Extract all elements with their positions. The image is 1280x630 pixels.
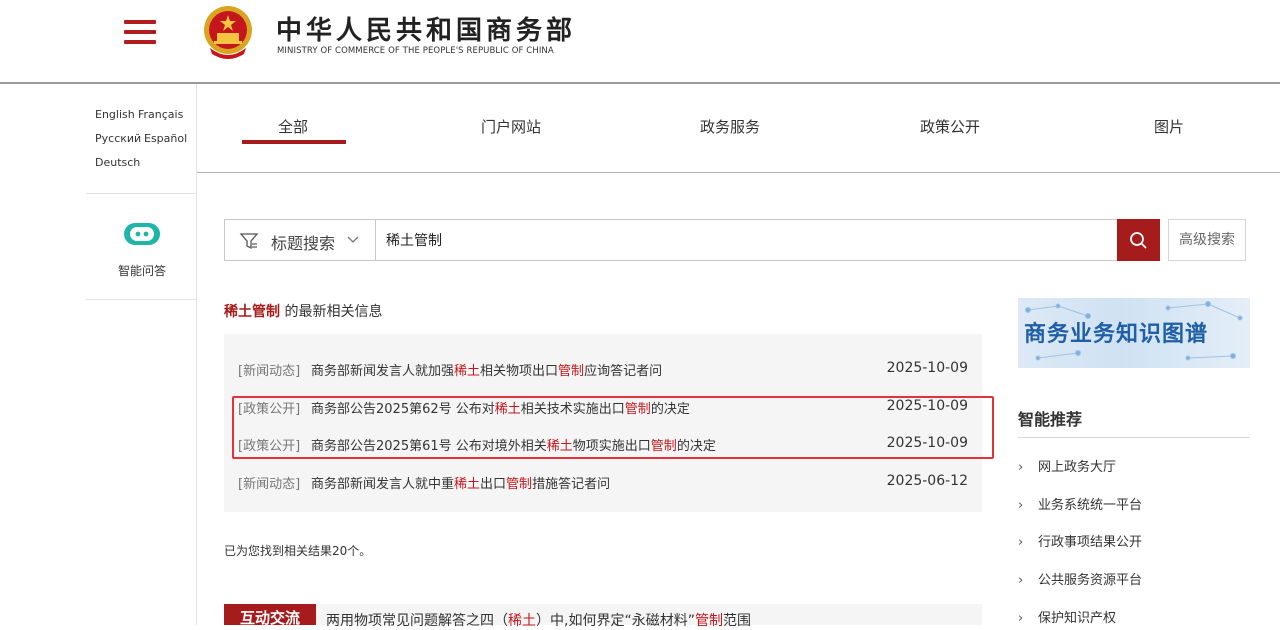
annotation-highlight-box: [232, 396, 994, 459]
recommend-divider: [1018, 437, 1250, 438]
chevron-right-icon: ›: [1018, 535, 1024, 550]
title-text: 措施答记者问: [532, 477, 611, 492]
title-text: 范围: [722, 613, 751, 629]
recommend-item[interactable]: › 网上政务大厅: [1018, 456, 1116, 475]
title-text: 商务部新闻发言人就加强: [311, 364, 455, 379]
chat-bot-icon[interactable]: [122, 220, 162, 248]
results-heading-suffix: 的最新相关信息: [280, 304, 383, 320]
tab-portal[interactable]: 门户网站: [481, 116, 541, 137]
result-date: 2025-10-09: [886, 360, 968, 376]
result-title-link[interactable]: 商务部新闻发言人就中重稀土出口管制措施答记者问: [311, 473, 610, 492]
results-keyword: 稀土管制: [224, 304, 280, 320]
lang-english[interactable]: English: [95, 108, 135, 121]
keyword-highlight: 管制: [694, 613, 723, 629]
chevron-right-icon: ›: [1018, 498, 1024, 513]
result-title-link[interactable]: 商务部新闻发言人就加强稀土相关物项出口管制应询答记者问: [311, 360, 662, 379]
chevron-down-icon: [347, 236, 359, 243]
title-text: 相关物项出口: [480, 364, 559, 379]
tab-images[interactable]: 图片: [1154, 116, 1184, 137]
interaction-badge: 互动交流: [224, 604, 316, 625]
sidebar-divider: [86, 299, 196, 300]
lang-spanish[interactable]: Español: [144, 132, 187, 145]
site-title: 中华人民共和国商务部: [276, 16, 577, 46]
bottom-item-title[interactable]: 两用物项常见问题解答之四（稀土）中,如何界定“永磁材料”管制范围: [326, 610, 751, 630]
chevron-right-icon: ›: [1018, 460, 1024, 475]
title-text: 两用物项常见问题解答之四（: [326, 613, 508, 629]
recommend-item-label: 网上政务大厅: [1038, 460, 1117, 475]
recommend-item-label: 公共服务资源平台: [1038, 573, 1143, 588]
title-text: 出口: [480, 477, 507, 492]
results-count: 已为您找到相关结果20个。: [224, 544, 372, 558]
lang-french[interactable]: Français: [138, 108, 183, 121]
recommend-item-label: 行政事项结果公开: [1038, 535, 1143, 550]
keyword-highlight: 稀土: [454, 364, 481, 379]
tab-all[interactable]: 全部: [278, 116, 308, 137]
search-type-label: 标题搜索: [271, 234, 336, 253]
title-text: 商务部新闻发言人就中重: [311, 477, 455, 492]
recommend-title: 智能推荐: [1018, 410, 1083, 429]
lang-russian[interactable]: Русский: [95, 132, 141, 145]
site-header: [0, 0, 1280, 84]
result-row[interactable]: [新闻动态] 商务部新闻发言人就加强稀土相关物项出口管制应询答记者问 2025-10…: [238, 360, 968, 380]
knowledge-graph-title: 商务业务知识图谱: [1024, 322, 1209, 347]
chevron-right-icon: ›: [1018, 611, 1024, 626]
keyword-highlight: 管制: [558, 364, 585, 379]
recommend-item-label: 保护知识产权: [1038, 611, 1117, 626]
results-heading: 稀土管制 的最新相关信息: [224, 301, 382, 321]
keyword-highlight: 管制: [506, 477, 533, 492]
chevron-right-icon: ›: [1018, 573, 1024, 588]
lang-german[interactable]: Deutsch: [95, 156, 140, 169]
sidebar-divider: [86, 193, 196, 194]
tab-services[interactable]: 政务服务: [700, 116, 760, 137]
recommend-item[interactable]: › 行政事项结果公开: [1018, 531, 1142, 550]
result-row[interactable]: [新闻动态] 商务部新闻发言人就中重稀土出口管制措施答记者问 2025-06-12: [238, 473, 968, 493]
search-input[interactable]: [376, 220, 1116, 260]
keyword-highlight: 稀土: [508, 613, 536, 629]
recommend-item-label: 业务系统统一平台: [1038, 498, 1143, 513]
recommend-item[interactable]: › 业务系统统一平台: [1018, 494, 1142, 513]
assistant-label[interactable]: 智能问答: [100, 262, 184, 279]
advanced-search-button[interactable]: 高级搜索: [1168, 219, 1246, 261]
filter-icon: [239, 233, 259, 250]
result-category[interactable]: [新闻动态]: [238, 360, 300, 379]
national-emblem-logo: [200, 4, 256, 62]
site-subtitle: MINISTRY OF COMMERCE OF THE PEOPLE'S REP…: [277, 46, 554, 56]
recommend-item[interactable]: › 公共服务资源平台: [1018, 569, 1142, 588]
result-category[interactable]: [新闻动态]: [238, 473, 300, 492]
tabs-divider: [197, 172, 1280, 173]
title-text: ）中,如何界定“永磁材料”: [536, 613, 695, 629]
title-text: 应询答记者问: [584, 364, 663, 379]
keyword-highlight: 稀土: [454, 477, 481, 492]
menu-icon[interactable]: [124, 18, 158, 46]
search-icon: [1130, 232, 1147, 249]
search-type-select[interactable]: 标题搜索: [225, 220, 376, 260]
recommend-item[interactable]: › 保护知识产权: [1018, 607, 1116, 626]
result-date: 2025-06-12: [886, 473, 968, 489]
search-button[interactable]: [1117, 219, 1160, 261]
active-tab-indicator: [242, 140, 346, 144]
tab-policy[interactable]: 政策公开: [920, 116, 980, 137]
